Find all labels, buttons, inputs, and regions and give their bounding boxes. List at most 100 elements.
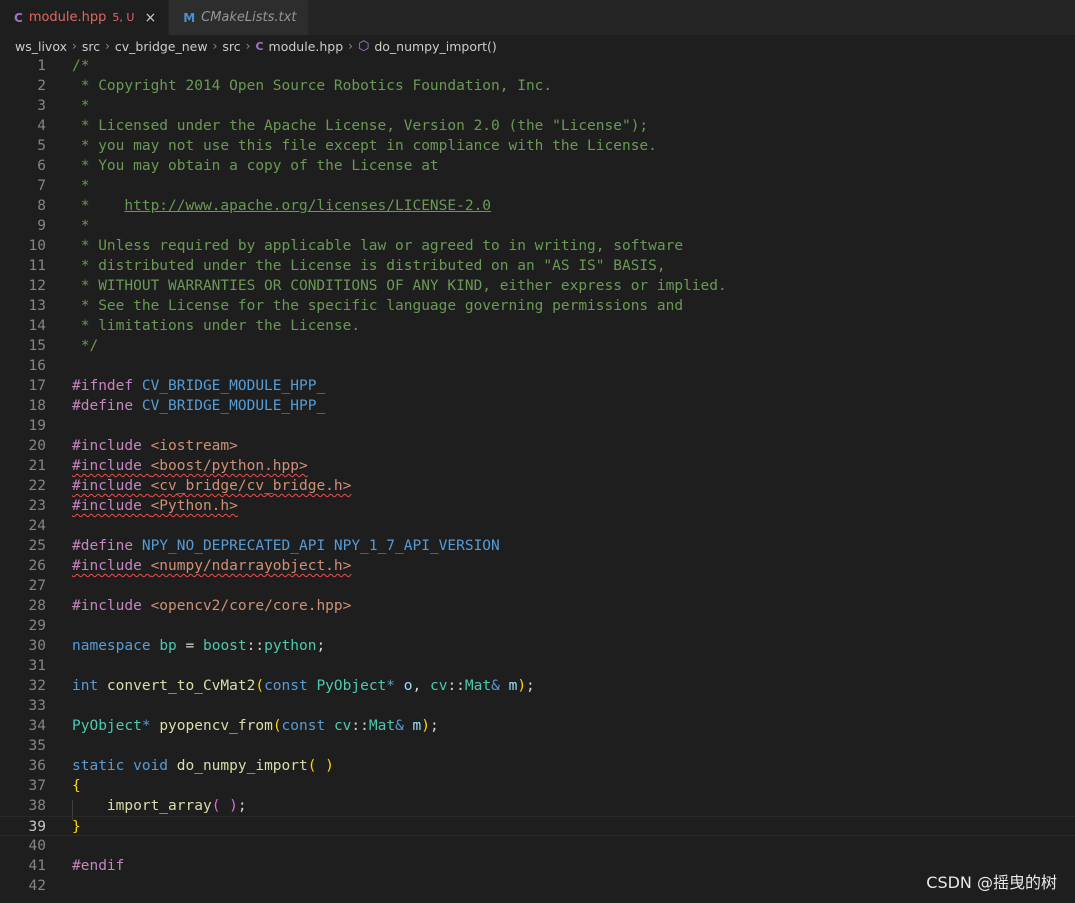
line-number: 6 [37,158,46,174]
token-macro: NPY_NO_DEPRECATED_API NPY_1_7_API_VERSIO… [141,538,500,554]
code-line[interactable]: 23 #include <Python.h> [0,496,1075,516]
code-line[interactable]: 28 #include <opencv2/core/core.hpp> [0,596,1075,616]
token-com: * WITHOUT WARRANTIES OR CONDITIONS OF AN… [72,278,727,294]
token-fn: convert_to_CvMat2 [106,678,256,694]
code-line[interactable]: 37 { [0,776,1075,796]
code-line[interactable]: 16 [0,356,1075,376]
line-number: 33 [28,698,46,714]
code-line[interactable]: 19 [0,416,1075,436]
code-line[interactable]: 25 #define NPY_NO_DEPRECATED_API NPY_1_7_… [0,536,1075,556]
token-kw: namespace [72,638,160,654]
code-line[interactable]: 5 * you may not use this file except in … [0,136,1075,156]
token-op: :: [447,678,465,694]
code-line[interactable]: 27 [0,576,1075,596]
code-line[interactable]: 4 * Licensed under the Apache License, V… [0,116,1075,136]
line-number: 40 [28,838,46,854]
cpp-file-icon: C [255,39,264,53]
token-ns: boost [202,638,247,654]
breadcrumb-item-ws-livox[interactable]: ws_livox [15,39,67,54]
code-text: #include <numpy/ndarrayobject.h> [72,556,351,576]
breadcrumb-item-src[interactable]: src [222,39,240,54]
line-number: 36 [28,758,46,774]
code-line[interactable]: 35 [0,736,1075,756]
breadcrumb-item-cv-bridge-new[interactable]: cv_bridge_new [115,39,208,54]
code-line[interactable]: 40 [0,836,1075,856]
token-op: ; [316,638,326,654]
token-com: * [72,178,90,194]
code-line[interactable]: 2 * Copyright 2014 Open Source Robotics … [0,76,1075,96]
code-line[interactable]: 24 [0,516,1075,536]
code-line[interactable]: 1 /* [0,56,1075,76]
code-line[interactable]: 42 [0,876,1075,896]
tab-module-hpp[interactable]: C module.hpp 5, U × [0,0,170,35]
code-line[interactable]: 29 [0,616,1075,636]
code-line[interactable]: 22 #include <cv_bridge/cv_bridge.h> [0,476,1075,496]
code-line[interactable]: 3 * [0,96,1075,116]
code-line[interactable]: 11 * distributed under the License is di… [0,256,1075,276]
breadcrumb-item-function[interactable]: do_numpy_import() [374,39,496,54]
code-line[interactable]: 38 import_array( ); [0,796,1075,816]
line-number: 39 [28,819,46,835]
code-text: } [72,817,81,837]
code-line[interactable]: 26 #include <numpy/ndarrayobject.h> [0,556,1075,576]
code-line[interactable]: 10 * Unless required by applicable law o… [0,236,1075,256]
line-number: 13 [28,298,46,314]
code-text: */ [72,336,98,356]
line-number: 31 [28,658,46,674]
token-kw: * [386,678,404,694]
code-line[interactable]: 34 PyObject* pyopencv_from(const cv::Mat&… [0,716,1075,736]
tab-cmakelists[interactable]: M CMakeLists.txt [169,0,310,35]
token-kw: & [395,718,413,734]
line-number: 23 [28,498,46,514]
code-line[interactable]: 6 * You may obtain a copy of the License… [0,156,1075,176]
token-com: */ [72,338,99,354]
code-line[interactable]: 13 * See the License for the specific la… [0,296,1075,316]
token-pp: #define [72,538,142,554]
token-str: <numpy/ndarrayobject.h> [150,558,352,574]
code-line[interactable]: 31 [0,656,1075,676]
token-fn: do_numpy_import [176,758,308,774]
code-line[interactable]: 32 int convert_to_CvMat2(const PyObject* … [0,676,1075,696]
code-line[interactable]: 18 #define CV_BRIDGE_MODULE_HPP_ [0,396,1075,416]
line-number: 32 [28,678,46,694]
code-line[interactable]: 7 * [0,176,1075,196]
code-text: #define CV_BRIDGE_MODULE_HPP_ [72,396,325,416]
code-line[interactable]: 17 #ifndef CV_BRIDGE_MODULE_HPP_ [0,376,1075,396]
code-line[interactable]: 21 #include <boost/python.hpp> [0,456,1075,476]
code-text: #include <boost/python.hpp> [72,456,308,476]
code-line[interactable]: 36 static void do_numpy_import( ) [0,756,1075,776]
line-number: 1 [37,58,46,74]
line-number: 9 [37,218,46,234]
code-line[interactable]: 20 #include <iostream> [0,436,1075,456]
code-line[interactable]: 30 namespace bp = boost::python; [0,636,1075,656]
code-line[interactable]: 9 * [0,216,1075,236]
code-line[interactable]: 12 * WITHOUT WARRANTIES OR CONDITIONS OF… [0,276,1075,296]
token-pp: #include [72,558,151,574]
cpp-file-icon: C [14,10,23,25]
chevron-right-icon: › [72,39,77,53]
line-number: 24 [28,518,46,534]
code-line[interactable]: 15 */ [0,336,1075,356]
token-str: <opencv2/core/core.hpp> [150,598,352,614]
token-pp: #include [72,598,151,614]
code-editor[interactable]: 1 /* 2 * Copyright 2014 Open Source Roboti… [0,56,1075,903]
line-number: 26 [28,558,46,574]
code-text: #ifndef CV_BRIDGE_MODULE_HPP_ [72,376,325,396]
token-type: PyObject [72,718,142,734]
code-text: { [72,776,81,796]
code-line[interactable]: 14 * limitations under the License. [0,316,1075,336]
line-number: 16 [28,358,46,374]
code-line[interactable]: 33 [0,696,1075,716]
code-line[interactable]: 8 * http://www.apache.org/licenses/LICEN… [0,196,1075,216]
code-text: PyObject* pyopencv_from(const cv::Mat& m… [72,716,439,736]
code-line[interactable]: 41 #endif [0,856,1075,876]
code-text: * limitations under the License. [72,316,360,336]
token-com: * you may not use this file except in co… [72,138,657,154]
breadcrumb-item-src[interactable]: src [82,39,100,54]
breadcrumb-item-module-hpp[interactable]: module.hpp [269,39,344,54]
code-text: #endif [72,856,124,876]
close-icon[interactable]: × [144,10,156,26]
line-number: 20 [28,438,46,454]
token-pp: #endif [72,858,125,874]
code-line[interactable]: 39} [0,816,1075,836]
